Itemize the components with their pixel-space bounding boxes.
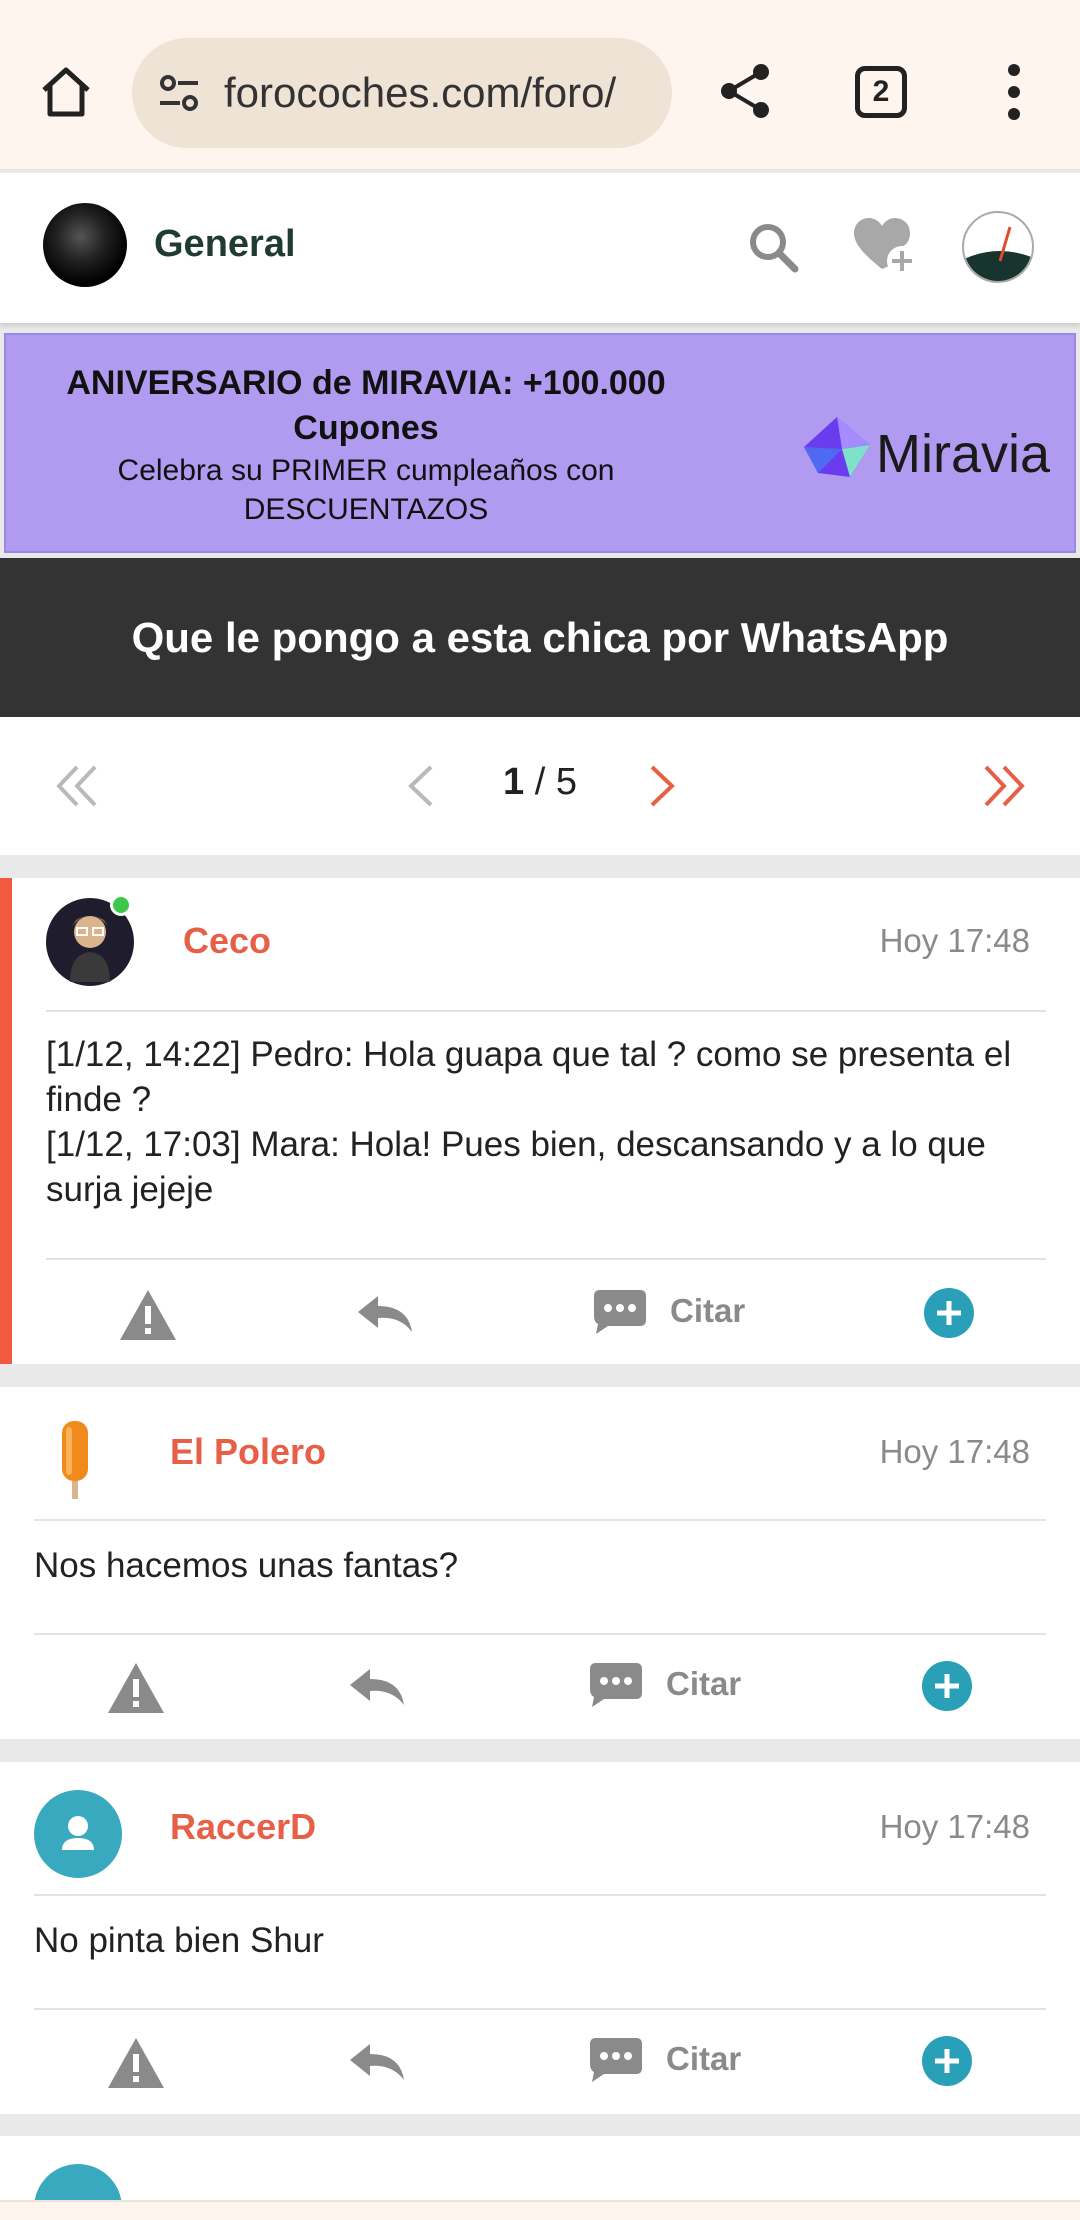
thread-title-bar: Que le pongo a esta chica por WhatsApp [0,558,1080,717]
browser-toolbar: forocoches.com/foro/ 2 [0,0,1080,171]
plus-icon [935,1674,959,1698]
divider [34,1894,1046,1896]
share-icon[interactable] [715,60,775,122]
add-button[interactable] [922,2036,972,2086]
page-separator: / [524,761,556,803]
quote-label: Citar [666,1665,742,1702]
total-pages: 5 [555,761,577,803]
post: RaccerD Hoy 17:48 No pinta bien Shur Cit… [0,1762,1080,2114]
post-body-line: [1/12, 17:03] Mara: Hola! Pues bien, des… [46,1125,986,1209]
post-actions: Citar [0,2012,1080,2112]
post-body: [1/12, 14:22] Pedro: Hola guapa que tal … [46,1032,1036,1212]
divider [46,1258,1046,1260]
last-page-icon[interactable] [982,763,1026,809]
popsicle-avatar-icon[interactable] [60,1419,90,1501]
pagination: 1 / 5 [0,717,1080,855]
quote-icon [594,1290,646,1334]
avatar[interactable] [34,1790,122,1878]
report-icon[interactable] [106,1661,166,1715]
post-actions: Citar [0,1262,1080,1362]
thread-title: Que le pongo a esta chica por WhatsApp [131,613,949,661]
divider [34,1519,1046,1521]
miravia-logo-icon [804,417,870,477]
ad-brand: Miravia [876,424,1051,484]
ad-subtitle: Celebra su PRIMER cumpleaños con DESCUEN… [117,454,615,526]
post-timestamp: Hoy 17:48 [879,1808,1030,1845]
online-status-dot [110,894,132,916]
post-timestamp: Hoy 17:48 [879,922,1030,959]
site-settings-icon[interactable] [154,68,204,118]
quote-button[interactable]: Citar [588,2036,741,2082]
browser-bottom-bar [0,2200,1080,2220]
first-page-icon[interactable] [55,763,99,809]
ad-banner[interactable]: ANIVERSARIO de MIRAVIA: +100.000 Cupones… [4,333,1076,553]
reply-icon[interactable] [356,1294,414,1334]
user-avatar[interactable] [962,211,1034,283]
address-bar[interactable]: forocoches.com/foro/ [132,38,672,148]
post-timestamp: Hoy 17:48 [879,1433,1030,1470]
report-icon[interactable] [118,1288,178,1342]
page-indicator: 1 / 5 [490,761,590,804]
post-body-line: No pinta bien Shur [34,1921,324,1960]
divider [34,2008,1046,2010]
quote-icon [590,1663,642,1707]
current-page: 1 [503,761,525,803]
reply-icon[interactable] [348,2042,406,2082]
reply-icon[interactable] [348,1667,406,1707]
quote-icon [590,2038,642,2082]
post-body-line: [1/12, 14:22] Pedro: Hola guapa que tal … [46,1035,1012,1119]
tab-count: 2 [872,75,890,108]
quote-button[interactable]: Citar [588,1661,741,1707]
plus-icon [937,1301,961,1325]
post: Ceco Hoy 17:48 [1/12, 14:22] Pedro: Hola… [0,878,1080,1364]
heart-add-icon[interactable] [852,215,920,277]
ad-title: ANIVERSARIO de MIRAVIA: +100.000 Cupones [66,364,666,447]
post-body: Nos hacemos unas fantas? [34,1543,1034,1588]
tab-switcher-button[interactable]: 2 [855,66,907,118]
default-user-icon [62,1816,94,1850]
divider [34,1633,1046,1635]
forum-header: General [0,173,1080,323]
plus-icon [935,2049,959,2073]
post-username[interactable]: RaccerD [170,1806,316,1848]
overflow-menu-icon[interactable] [1000,62,1028,122]
post-body: No pinta bien Shur [34,1918,1034,1963]
forum-section-title[interactable]: General [154,223,296,266]
prev-page-icon[interactable] [405,763,435,809]
quote-button[interactable]: Citar [592,1288,745,1334]
add-button[interactable] [924,1288,974,1338]
post: El Polero Hoy 17:48 Nos hacemos unas fan… [0,1387,1080,1739]
gauge-icon [964,226,1032,281]
next-page-icon[interactable] [648,763,678,809]
quote-label: Citar [666,2040,742,2077]
divider [46,1010,1046,1012]
home-icon[interactable] [36,62,96,122]
post-username[interactable]: El Polero [170,1431,326,1473]
add-button[interactable] [922,1661,972,1711]
post-actions: Citar [0,1637,1080,1737]
post-body-line: Nos hacemos unas fantas? [34,1546,459,1585]
quote-label: Citar [670,1292,746,1329]
search-icon[interactable] [745,219,801,275]
url-text[interactable]: forocoches.com/foro/ [224,69,664,117]
forum-avatar[interactable] [43,203,127,287]
report-icon[interactable] [106,2036,166,2090]
post-username[interactable]: Ceco [183,920,271,962]
